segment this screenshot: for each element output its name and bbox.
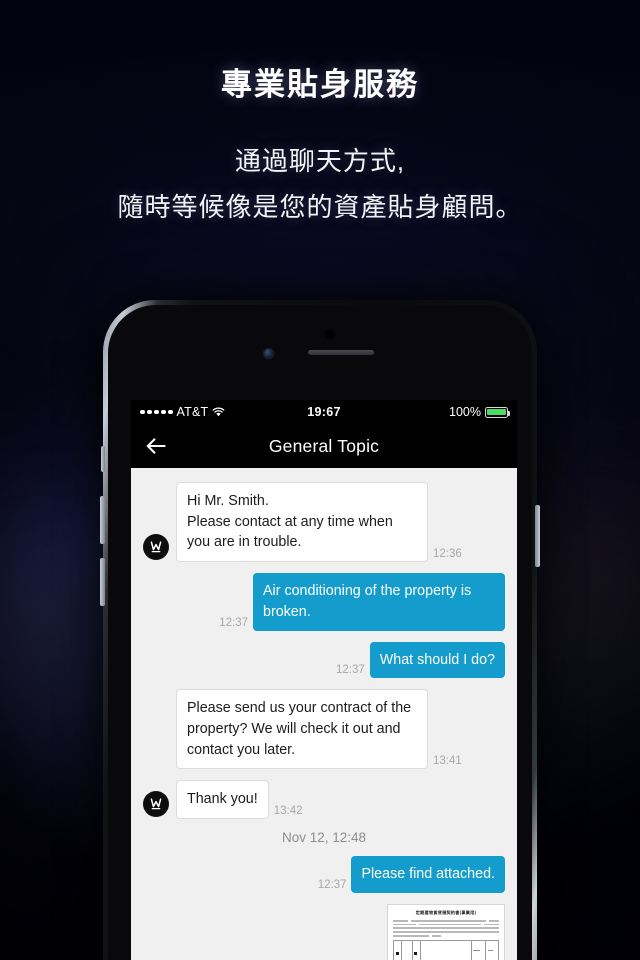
- status-bar-right: 100%: [449, 405, 511, 419]
- phone-frame: AT&T 19:67 100% General Topic Hi Mr. Smi…: [100, 300, 540, 960]
- chat-bubble-incoming[interactable]: Hi Mr. Smith. Please contact at any time…: [176, 482, 428, 563]
- chat-bubble-outgoing[interactable]: Please find attached.: [351, 856, 505, 893]
- monogram-w-icon: [150, 798, 162, 810]
- navigation-bar: General Topic: [131, 424, 517, 468]
- chat-message-text: Please contact at any time when you are …: [187, 513, 393, 551]
- document-table: [392, 939, 499, 960]
- phone-screen: AT&T 19:67 100% General Topic Hi Mr. Smi…: [131, 400, 517, 960]
- document-text-line: [393, 923, 499, 926]
- chat-message-row[interactable]: 12:37 Air conditioning of the property i…: [143, 573, 505, 631]
- chat-message-row[interactable]: Thank you! 13:42: [143, 780, 505, 820]
- message-timestamp: 12:36: [433, 548, 462, 561]
- carrier-label: AT&T: [176, 405, 209, 419]
- wifi-icon: [212, 407, 225, 417]
- chat-message-text: Hi Mr. Smith.: [187, 493, 269, 509]
- page-title: General Topic: [268, 435, 380, 456]
- message-timestamp: 12:37: [219, 616, 248, 629]
- promo-subtitle-line-1: 通過聊天方式,: [234, 145, 406, 176]
- chat-message-row[interactable]: 12:37 Please find attached.: [143, 856, 505, 893]
- chat-attachment-row[interactable]: 定期建物賃貸借契約書(事業用): [143, 903, 505, 960]
- volume-down-button[interactable]: [100, 558, 105, 606]
- chat-bubble-incoming[interactable]: Thank you!: [176, 780, 269, 820]
- avatar: [143, 534, 169, 561]
- earpiece-speaker: [308, 350, 374, 355]
- promo-subtitle: 通過聊天方式, 隨時等候像是您的資產貼身顧問。: [0, 138, 640, 231]
- volume-up-button[interactable]: [100, 496, 105, 544]
- document-text-line: [393, 935, 499, 937]
- page-title: 專業貼身服務: [221, 67, 419, 102]
- chat-message-row[interactable]: Please send us your contract of the prop…: [143, 689, 505, 770]
- chat-message-row[interactable]: 12:37 What should I do?: [143, 641, 505, 679]
- message-timestamp: 12:37: [317, 878, 347, 891]
- document-text-line: [393, 931, 499, 933]
- date-separator: Nov 12, 12:48: [281, 830, 367, 846]
- message-timestamp: 13:42: [273, 805, 303, 818]
- arrow-left-icon: [146, 438, 166, 454]
- front-camera-icon: [264, 349, 273, 358]
- status-bar-left: AT&T: [140, 405, 225, 419]
- chat-message-row[interactable]: Hi Mr. Smith. Please contact at any time…: [143, 482, 505, 563]
- power-button[interactable]: [535, 505, 540, 567]
- signal-strength-icon: [140, 409, 173, 415]
- status-bar: AT&T 19:67 100%: [131, 400, 517, 424]
- message-timestamp: 13:41: [433, 755, 462, 768]
- chat-bubble-outgoing[interactable]: Air conditioning of the property is brok…: [253, 573, 505, 631]
- promo-subtitle-line-2: 隨時等候像是您的資產貼身顧問。: [117, 192, 523, 223]
- monogram-w-icon: [150, 541, 162, 553]
- document-text-line: [393, 927, 499, 930]
- back-button[interactable]: [143, 433, 169, 459]
- document-preview: 定期建物賃貸借契約書(事業用): [392, 909, 499, 960]
- table-row: [392, 939, 499, 960]
- promo-copy: 專業貼身服務 通過聊天方式, 隨時等候像是您的資產貼身顧問。: [0, 0, 640, 230]
- message-timestamp: 12:37: [335, 664, 365, 677]
- battery-percentage-label: 100%: [449, 405, 481, 419]
- contract-document-thumbnail[interactable]: 定期建物賃貸借契約書(事業用): [387, 903, 505, 960]
- mute-switch-button[interactable]: [101, 446, 105, 472]
- chat-bubble-outgoing[interactable]: What should I do?: [369, 641, 505, 679]
- proximity-sensor-icon: [325, 330, 334, 339]
- document-text-line: [393, 919, 499, 922]
- battery-icon: [485, 406, 511, 418]
- chat-bubble-incoming[interactable]: Please send us your contract of the prop…: [176, 689, 428, 770]
- phone-mockup: AT&T 19:67 100% General Topic Hi Mr. Smi…: [100, 300, 540, 960]
- document-title: 定期建物賃貸借契約書(事業用): [415, 909, 477, 915]
- avatar: [143, 791, 169, 818]
- chat-thread[interactable]: Hi Mr. Smith. Please contact at any time…: [131, 468, 517, 960]
